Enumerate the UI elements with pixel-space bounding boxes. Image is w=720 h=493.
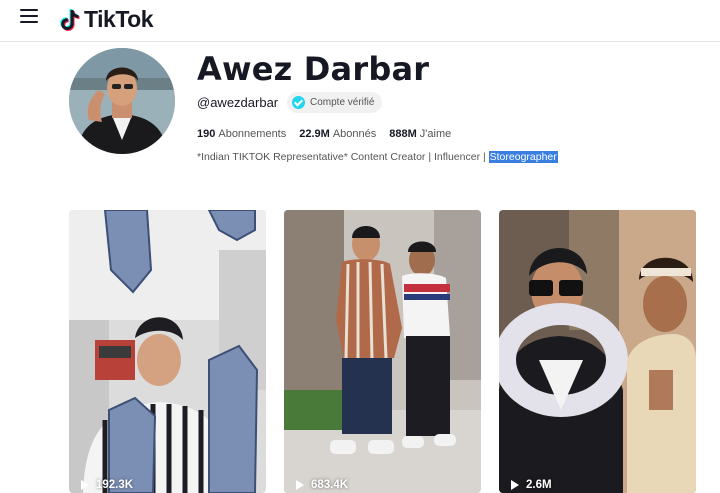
profile-bio: *Indian TIKTOK Representative* Content C… [197,151,558,163]
play-icon [296,480,304,490]
stat-followers[interactable]: 22.9M Abonnés [299,128,376,140]
view-count-value: 192.3K [96,479,134,491]
view-count-value: 683.4K [311,479,349,491]
video-card[interactable]: 683.4K [284,210,481,493]
stat-value: 190 [197,128,216,140]
stat-likes: 888M J'aime [389,128,451,140]
top-bar: TikTok [0,0,720,42]
brand-name: TikTok [84,6,154,32]
verified-label: Compte vérifié [310,97,375,108]
stat-label: Abonnements [218,128,287,140]
stat-label: Abonnés [332,128,377,140]
profile-handle: @awezdarbar [197,95,279,110]
verified-check-icon [292,96,305,109]
avatar[interactable] [69,48,175,154]
video-thumbnail [284,210,481,493]
tiktok-note-icon [60,8,80,31]
play-icon [511,480,519,490]
view-count: 683.4K [296,479,348,491]
profile-stats: 190 Abonnements 22.9M Abonnés 888M J'aime [197,128,464,140]
video-thumbnail [499,210,696,493]
verified-badge: Compte vérifié [287,92,383,113]
view-count: 192.3K [81,479,133,491]
tiktok-logo[interactable]: TikTok [60,6,154,33]
stat-following[interactable]: 190 Abonnements [197,128,286,140]
profile-name: Awez Darbar [197,50,430,88]
stat-value: 888M [389,128,417,140]
menu-icon[interactable] [20,9,38,23]
play-icon [81,480,89,490]
view-count: 2.6M [511,479,552,491]
view-count-value: 2.6M [526,479,552,491]
stat-label: J'aime [419,128,452,140]
bio-selected-text: Storeographer [488,151,558,163]
video-thumbnail [69,210,266,493]
video-card[interactable]: 192.3K [69,210,266,493]
video-card[interactable]: 2.6M [499,210,696,493]
bio-text: *Indian TIKTOK Representative* Content C… [197,151,489,163]
stat-value: 22.9M [299,128,330,140]
